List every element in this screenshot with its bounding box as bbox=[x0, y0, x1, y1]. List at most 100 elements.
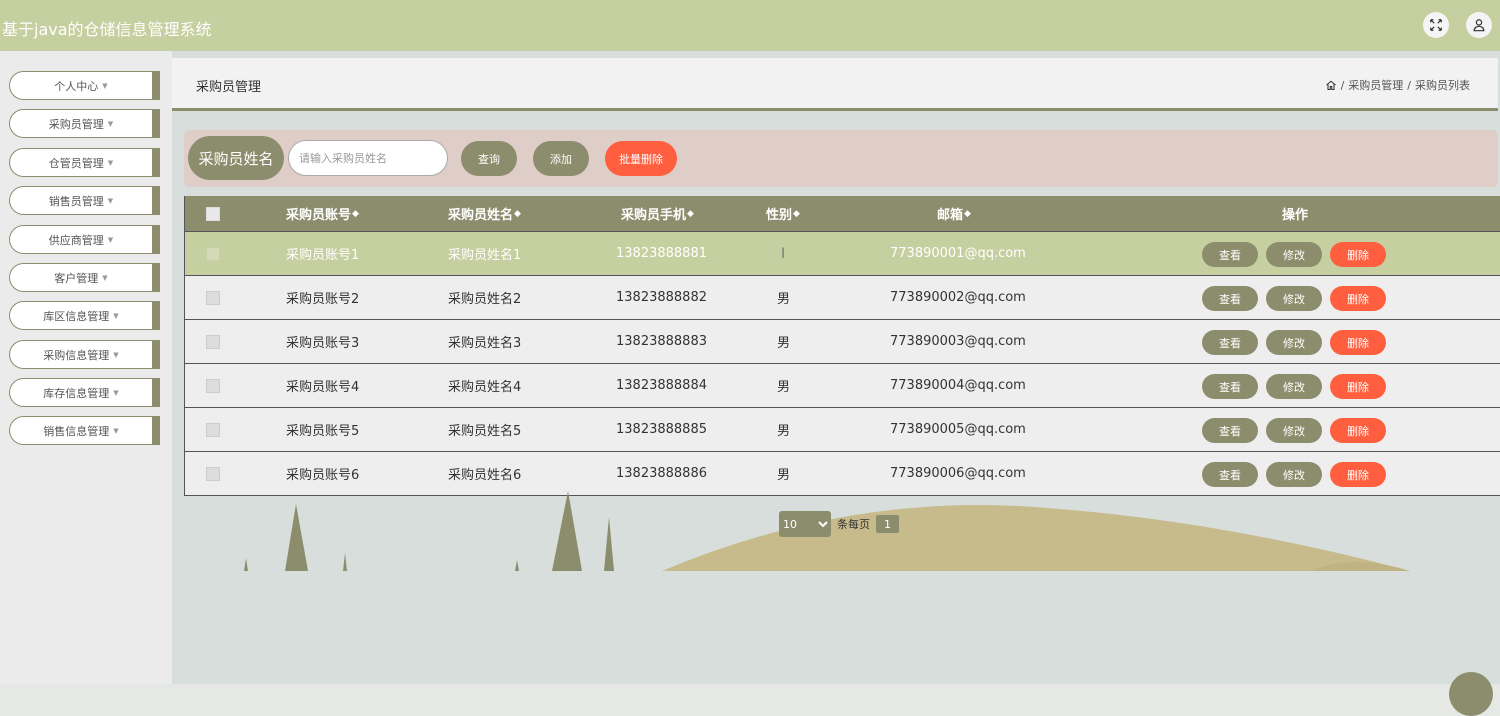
edit-button[interactable]: 修改 bbox=[1266, 418, 1322, 443]
cell-email: 773890003@qq.com bbox=[890, 334, 1026, 349]
delete-button[interactable]: 删除 bbox=[1330, 418, 1386, 443]
cell-email: 773890001@qq.com bbox=[890, 246, 1026, 261]
edit-button[interactable]: 修改 bbox=[1266, 242, 1322, 267]
sidebar-item-label: 采购信息管理 bbox=[43, 348, 110, 362]
header-label: 邮箱 bbox=[937, 208, 964, 223]
cell-phone: 13823888885 bbox=[616, 422, 707, 437]
row-checkbox[interactable] bbox=[206, 335, 220, 349]
view-button[interactable]: 查看 bbox=[1202, 374, 1258, 399]
header-phone[interactable]: 采购员手机 ◆ bbox=[621, 196, 694, 231]
header-label: 采购员手机 bbox=[621, 208, 687, 223]
sidebar-item-warehouse-keeper-management[interactable]: 仓管员管理 ▼ bbox=[9, 148, 160, 177]
home-icon[interactable] bbox=[1325, 79, 1337, 91]
select-all-checkbox[interactable] bbox=[206, 207, 220, 221]
sidebar-item-label: 采购员管理 bbox=[48, 117, 104, 131]
cell-gender: 男 bbox=[777, 336, 791, 351]
sort-icon: ◆ bbox=[352, 208, 359, 219]
chevron-down-icon: ▼ bbox=[107, 119, 114, 128]
row-checkbox[interactable] bbox=[206, 423, 220, 437]
breadcrumb-level2: 采购员列表 bbox=[1415, 79, 1470, 92]
cell-name: 采购员姓名5 bbox=[448, 424, 522, 439]
cell-phone: 13823888883 bbox=[616, 334, 707, 349]
cell-account: 采购员账号3 bbox=[286, 336, 360, 351]
add-button[interactable]: 添加 bbox=[533, 141, 589, 176]
cell-phone: 13823888884 bbox=[616, 378, 707, 393]
chevron-down-icon: ▼ bbox=[113, 350, 119, 359]
delete-button[interactable]: 删除 bbox=[1330, 330, 1386, 355]
row-checkbox[interactable] bbox=[206, 247, 220, 261]
sidebar-item-label: 销售员管理 bbox=[48, 194, 104, 208]
edit-button[interactable]: 修改 bbox=[1266, 374, 1322, 399]
sort-icon: ◆ bbox=[687, 208, 694, 219]
table-row[interactable]: 采购员账号5 采购员姓名5 13823888885 男 773890005@qq… bbox=[185, 407, 1500, 451]
delete-button[interactable]: 删除 bbox=[1330, 242, 1386, 267]
table-row[interactable]: 采购员账号1 采购员姓名1 13823888881 Ⅰ 773890001@qq… bbox=[185, 231, 1500, 275]
sidebar-item-purchase-info-management[interactable]: 采购信息管理 ▼ bbox=[9, 340, 160, 369]
breadcrumb-separator: / bbox=[1407, 78, 1411, 92]
cell-gender: 男 bbox=[777, 380, 791, 395]
delete-button[interactable]: 删除 bbox=[1330, 462, 1386, 487]
header-label: 采购员姓名 bbox=[448, 208, 514, 223]
delete-button[interactable]: 删除 bbox=[1330, 374, 1386, 399]
sidebar-item-label: 客户管理 bbox=[54, 271, 99, 285]
chevron-down-icon: ▼ bbox=[102, 273, 108, 282]
table-row[interactable]: 采购员账号3 采购员姓名3 13823888883 男 773890003@qq… bbox=[185, 319, 1500, 363]
edit-button[interactable]: 修改 bbox=[1266, 330, 1322, 355]
header-email[interactable]: 邮箱 ◆ bbox=[937, 196, 971, 231]
row-checkbox[interactable] bbox=[206, 291, 220, 305]
cell-account: 采购员账号2 bbox=[286, 292, 360, 307]
view-button[interactable]: 查看 bbox=[1202, 418, 1258, 443]
search-input[interactable] bbox=[288, 140, 448, 176]
breadcrumb: / 采购员管理 / 采购员列表 bbox=[1325, 77, 1470, 93]
cell-name: 采购员姓名4 bbox=[448, 380, 522, 395]
user-icon[interactable] bbox=[1466, 12, 1492, 38]
edit-button[interactable]: 修改 bbox=[1266, 462, 1322, 487]
page-size-select[interactable]: 10 bbox=[779, 511, 831, 537]
query-button[interactable]: 查询 bbox=[461, 141, 517, 176]
sidebar-item-buyer-management[interactable]: 采购员管理 ▼ bbox=[9, 109, 160, 138]
pagination: 10 条每页 1 bbox=[779, 511, 899, 537]
header-name[interactable]: 采购员姓名 ◆ bbox=[448, 196, 521, 231]
batch-delete-button[interactable]: 批量删除 bbox=[605, 141, 677, 176]
cell-account: 采购员账号6 bbox=[286, 468, 360, 483]
search-label: 采购员姓名 bbox=[188, 136, 284, 180]
header-label: 性别 bbox=[766, 208, 793, 223]
sidebar: 个人中心 ▼ 采购员管理 ▼ 仓管员管理 ▼ 销售员管理 ▼ 供应商管理 ▼ 客户管理 ▼ … bbox=[0, 51, 172, 684]
sidebar-item-personal-center[interactable]: 个人中心 ▼ bbox=[9, 71, 160, 100]
top-bar: 基于java的仓储信息管理系统 bbox=[0, 0, 1500, 51]
row-checkbox[interactable] bbox=[206, 467, 220, 481]
sidebar-item-storage-area-management[interactable]: 库区信息管理 ▼ bbox=[9, 301, 160, 330]
view-button[interactable]: 查看 bbox=[1202, 462, 1258, 487]
table-row[interactable]: 采购员账号4 采购员姓名4 13823888884 男 773890004@qq… bbox=[185, 363, 1500, 407]
sidebar-item-salesperson-management[interactable]: 销售员管理 ▼ bbox=[9, 186, 160, 215]
page-number-current[interactable]: 1 bbox=[876, 515, 899, 533]
chevron-down-icon: ▼ bbox=[102, 81, 108, 90]
sort-icon: ◆ bbox=[964, 208, 971, 219]
search-bar: 采购员姓名 查询 添加 批量删除 bbox=[184, 130, 1498, 187]
view-button[interactable]: 查看 bbox=[1202, 242, 1258, 267]
header-gender[interactable]: 性别 ◆ bbox=[766, 196, 800, 231]
sidebar-item-label: 销售信息管理 bbox=[43, 424, 110, 438]
view-button[interactable]: 查看 bbox=[1202, 330, 1258, 355]
sidebar-item-inventory-info-management[interactable]: 库存信息管理 ▼ bbox=[9, 378, 160, 407]
edit-button[interactable]: 修改 bbox=[1266, 286, 1322, 311]
table-row[interactable]: 采购员账号2 采购员姓名2 13823888882 男 773890002@qq… bbox=[185, 275, 1500, 319]
breadcrumb-level1[interactable]: 采购员管理 bbox=[1348, 77, 1403, 93]
row-checkbox[interactable] bbox=[206, 379, 220, 393]
cell-phone: 13823888882 bbox=[616, 290, 707, 305]
table-header: 采购员账号 ◆ 采购员姓名 ◆ 采购员手机 ◆ 性别 ◆ 邮箱 ◆ 操作 bbox=[185, 196, 1500, 231]
sidebar-item-label: 仓管员管理 bbox=[48, 156, 104, 170]
cell-name: 采购员姓名6 bbox=[448, 468, 522, 483]
sidebar-item-supplier-management[interactable]: 供应商管理 ▼ bbox=[9, 225, 160, 254]
header-account[interactable]: 采购员账号 ◆ bbox=[286, 196, 359, 231]
sidebar-item-customer-management[interactable]: 客户管理 ▼ bbox=[9, 263, 160, 292]
chevron-down-icon: ▼ bbox=[107, 158, 114, 167]
cell-gender: 男 bbox=[777, 424, 791, 439]
floating-action-button[interactable] bbox=[1449, 672, 1493, 716]
cell-phone: 13823888881 bbox=[616, 246, 707, 261]
view-button[interactable]: 查看 bbox=[1202, 286, 1258, 311]
table-row[interactable]: 采购员账号6 采购员姓名6 13823888886 男 773890006@qq… bbox=[185, 451, 1500, 495]
fullscreen-icon[interactable] bbox=[1423, 12, 1449, 38]
sidebar-item-sales-info-management[interactable]: 销售信息管理 ▼ bbox=[9, 416, 160, 445]
delete-button[interactable]: 删除 bbox=[1330, 286, 1386, 311]
